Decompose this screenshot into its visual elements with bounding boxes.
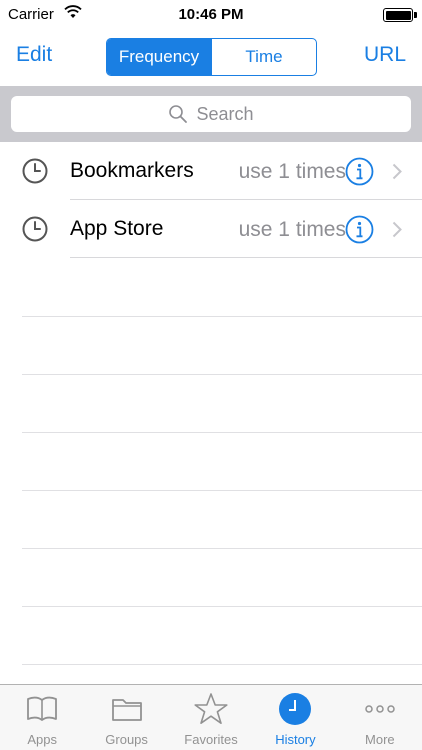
book-icon bbox=[27, 696, 58, 721]
nav-bar: Edit Frequency Time URL bbox=[0, 30, 422, 86]
segment-frequency[interactable]: Frequency bbox=[107, 39, 211, 75]
tab-groups[interactable]: Groups bbox=[84, 685, 168, 750]
search-input[interactable]: Search bbox=[11, 96, 411, 132]
item-usage: use 1 times bbox=[238, 218, 346, 241]
star-icon bbox=[194, 693, 228, 724]
empty-row-separator bbox=[22, 548, 422, 549]
tab-label: History bbox=[275, 732, 316, 747]
segment-time[interactable]: Time bbox=[211, 39, 316, 75]
history-list: Bookmarkers use 1 times App Store use 1 … bbox=[0, 142, 422, 258]
row-separator bbox=[70, 257, 422, 258]
status-time: 10:46 PM bbox=[178, 6, 244, 23]
empty-row-separator bbox=[22, 374, 422, 375]
empty-row-separator bbox=[22, 490, 422, 491]
clock-icon bbox=[22, 216, 48, 242]
tab-history[interactable]: History bbox=[253, 685, 337, 750]
tab-label: Apps bbox=[27, 732, 58, 747]
item-usage: use 1 times bbox=[238, 160, 346, 183]
tab-more[interactable]: More bbox=[338, 685, 422, 750]
info-icon[interactable] bbox=[345, 215, 374, 244]
sort-segmented-control: Frequency Time bbox=[106, 38, 317, 76]
tab-favorites[interactable]: Favorites bbox=[169, 685, 253, 750]
tab-apps[interactable]: Apps bbox=[0, 685, 84, 750]
empty-row-separator bbox=[22, 664, 422, 665]
chevron-right-icon bbox=[392, 221, 402, 238]
clock-icon bbox=[279, 693, 312, 725]
info-icon[interactable] bbox=[345, 157, 374, 186]
battery-icon bbox=[383, 8, 413, 22]
url-button[interactable]: URL bbox=[364, 43, 406, 67]
tab-label: Favorites bbox=[184, 732, 238, 747]
clock-icon bbox=[22, 158, 48, 184]
more-dots-icon bbox=[365, 705, 395, 713]
tab-label: More bbox=[365, 732, 395, 747]
status-bar: Carrier 10:46 PM bbox=[0, 0, 422, 30]
item-title: App Store bbox=[70, 217, 164, 240]
search-bar: Search bbox=[0, 86, 422, 142]
search-icon bbox=[169, 105, 188, 123]
tab-label: Groups bbox=[105, 732, 148, 747]
battery-tip bbox=[414, 12, 417, 18]
empty-row-separator bbox=[22, 432, 422, 433]
list-item[interactable]: App Store use 1 times bbox=[0, 200, 422, 258]
empty-row-separator bbox=[22, 606, 422, 607]
list-item[interactable]: Bookmarkers use 1 times bbox=[0, 142, 422, 200]
tab-bar: Apps Groups Favorites History More bbox=[0, 684, 422, 750]
item-title: Bookmarkers bbox=[70, 159, 194, 182]
empty-row-separator bbox=[22, 316, 422, 317]
search-placeholder: Search bbox=[196, 103, 254, 124]
folder-icon bbox=[111, 699, 142, 721]
chevron-right-icon bbox=[392, 163, 402, 180]
edit-button[interactable]: Edit bbox=[16, 43, 52, 67]
